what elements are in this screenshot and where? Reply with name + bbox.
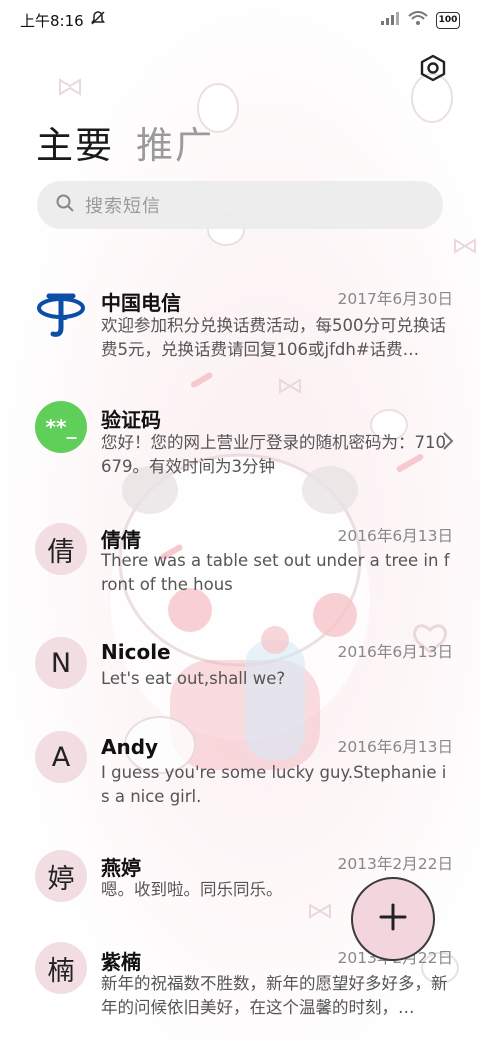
status-bar-right: 100 (380, 11, 460, 29)
mute-icon (90, 10, 106, 30)
search-input[interactable]: 搜索短信 (37, 181, 443, 229)
contact-avatar: 楠 (35, 942, 87, 994)
status-bar-left: 上午8:16 (20, 10, 106, 31)
category-tabs: 主要 推广 (36, 115, 214, 169)
conversation-item[interactable]: A Andy 2016年6月13日 I guess you're some lu… (0, 725, 480, 825)
telecom-logo-avatar (35, 286, 87, 338)
conversation-name: 中国电信 (101, 291, 181, 315)
conversation-preview: There was a table set out under a tree i… (101, 551, 450, 594)
compose-button[interactable] (351, 877, 435, 961)
conversation-date: 2013年2月22日 (337, 855, 453, 873)
conversation-preview: Let's eat out,shall we? (101, 669, 286, 688)
conversation-name: Nicole (101, 640, 171, 664)
search-icon (55, 193, 75, 217)
conversation-name: 紫楠 (101, 950, 141, 974)
conversation-preview: 您好！您的网上营业厅登录的随机密码为：710679。有效时间为3分钟 (101, 433, 446, 476)
tab-primary[interactable]: 主要 (36, 115, 114, 169)
settings-button[interactable] (412, 52, 454, 88)
contact-avatar: **_ (35, 401, 87, 453)
status-time: 上午8:16 (20, 11, 84, 30)
conversation-date: 2017年6月30日 (337, 290, 453, 308)
contact-avatar: 倩 (35, 523, 87, 575)
conversation-item[interactable]: **_ 验证码 您好！您的网上营业厅登录的随机密码为：710679。有效时间为3… (0, 387, 480, 487)
battery-icon: 100 (436, 11, 460, 29)
conversation-preview: 欢迎参加积分兑换话费活动，每500分可兑换话费5元，兑换话费请回复106或jfd… (101, 316, 446, 359)
contact-avatar: N (35, 637, 87, 689)
conversation-item[interactable]: 倩 倩倩 2016年6月13日 There was a table set ou… (0, 510, 480, 610)
conversation-date: 2016年6月13日 (337, 527, 453, 545)
conversation-date: 2016年6月13日 (337, 738, 453, 756)
conversation-name: Andy (101, 735, 159, 759)
conversation-preview: I guess you're some lucky guy.Stephanie … (101, 763, 447, 806)
conversation-date: 2016年6月13日 (337, 643, 453, 661)
signal-icon (380, 11, 400, 29)
status-bar: 上午8:16 100 (0, 0, 480, 40)
conversation-item[interactable]: N Nicole 2016年6月13日 Let's eat out,shall … (0, 630, 480, 710)
conversation-preview: 新年的祝福数不胜数，新年的愿望好多好多，新年的问候依旧美好，在这个温馨的时刻，… (101, 974, 448, 1017)
search-placeholder: 搜索短信 (85, 196, 161, 217)
contact-avatar: A (35, 731, 87, 783)
settings-hexagon-icon (418, 53, 448, 87)
wifi-icon (408, 11, 428, 29)
tab-promotions[interactable]: 推广 (136, 115, 214, 169)
conversation-item[interactable]: 中国电信 2017年6月30日 欢迎参加积分兑换话费活动，每500分可兑换话费5… (0, 270, 480, 370)
contact-avatar: 婷 (35, 850, 87, 902)
plus-icon (378, 902, 408, 936)
chevron-right-icon[interactable] (442, 431, 454, 455)
conversation-name: 验证码 (101, 408, 161, 432)
conversation-name: 燕婷 (101, 856, 141, 880)
